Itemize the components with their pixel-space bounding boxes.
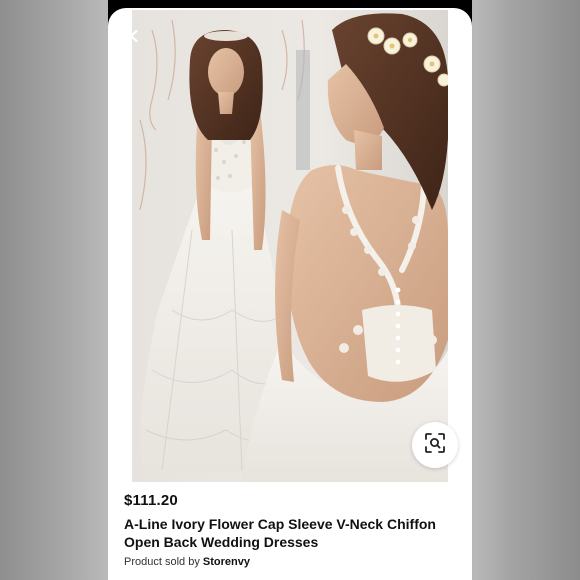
product-title[interactable]: A-Line Ivory Flower Cap Sleeve V-Neck Ch… [124, 515, 460, 551]
product-info: $111.20 A-Line Ivory Flower Cap Sleeve V… [124, 492, 460, 568]
chevron-left-icon [127, 29, 141, 48]
visual-search-icon [424, 432, 446, 459]
seller-line: Product sold by Storenvy [124, 556, 460, 568]
seller-prefix: Product sold by [124, 556, 203, 568]
product-card: $111.20 A-Line Ivory Flower Cap Sleeve V… [108, 8, 472, 580]
seller-name-link[interactable]: Storenvy [203, 556, 250, 568]
visual-search-button[interactable] [412, 422, 458, 468]
product-image[interactable] [132, 10, 448, 482]
wedding-dress-photo [132, 10, 448, 482]
product-price: $111.20 [124, 492, 178, 509]
back-button[interactable] [122, 26, 146, 50]
